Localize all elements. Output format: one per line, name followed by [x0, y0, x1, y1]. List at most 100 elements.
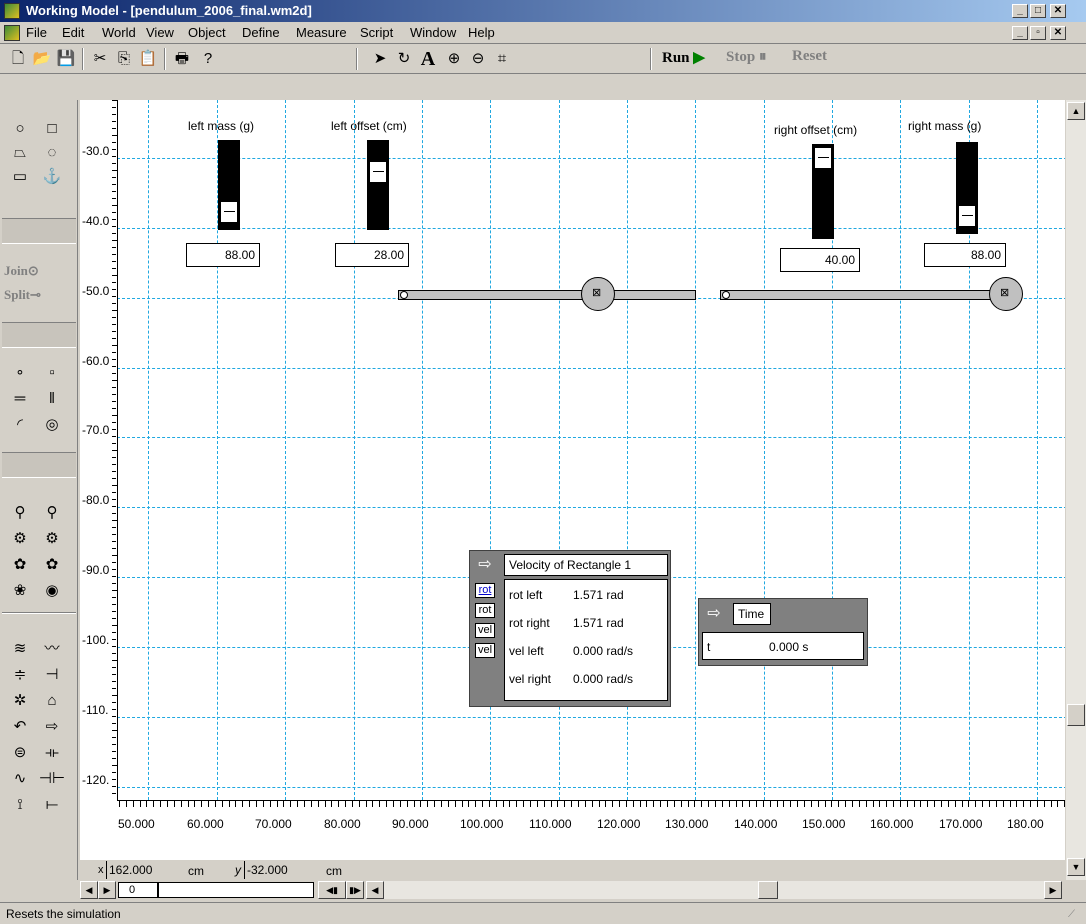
- maximize-button[interactable]: □: [1030, 4, 1046, 18]
- zoom-out-icon[interactable]: ⊖: [466, 48, 490, 70]
- rigid-joint-tool-icon[interactable]: ⚲: [36, 502, 68, 524]
- time-meter[interactable]: ⇨ Time t 0.000 s: [698, 598, 868, 666]
- zoom-in-icon[interactable]: ⊕: [442, 48, 466, 70]
- menu-world[interactable]: World: [102, 25, 136, 40]
- square-tool-icon[interactable]: □: [36, 118, 68, 140]
- scroll-down-icon[interactable]: ▼: [1067, 858, 1085, 876]
- right-offset-slider-thumb[interactable]: [814, 147, 832, 169]
- right-pivot[interactable]: [722, 291, 730, 299]
- right-offset-slider[interactable]: [812, 144, 834, 239]
- menu-define[interactable]: Define: [242, 25, 280, 40]
- pointer-icon[interactable]: ➤: [368, 48, 392, 70]
- menu-edit[interactable]: Edit: [62, 25, 84, 40]
- damper-tool-icon[interactable]: ⊣: [36, 664, 68, 686]
- simulation-canvas[interactable]: -30.0 -40.0 -50.0 -60.0 -70.0 -80.0 -90.0 -100.…: [80, 100, 1065, 860]
- pulley-tool-icon[interactable]: ⌂: [36, 690, 68, 712]
- menu-window[interactable]: Window: [410, 25, 456, 40]
- paste-icon[interactable]: 📋: [136, 48, 160, 70]
- left-offset-field[interactable]: 28.00: [335, 243, 409, 267]
- vel-tag-1[interactable]: vel: [475, 623, 495, 638]
- document-icon[interactable]: [4, 25, 20, 41]
- menu-script[interactable]: Script: [360, 25, 393, 40]
- left-pendulum-rod[interactable]: [398, 290, 696, 300]
- horizontal-scroll-thumb[interactable]: [758, 881, 778, 899]
- rigid-slot-tool-icon[interactable]: ✿: [36, 554, 68, 576]
- left-mass-slider[interactable]: [218, 140, 240, 230]
- rod-tool-icon[interactable]: ⟟: [4, 794, 36, 816]
- join-button[interactable]: Join⊙: [4, 260, 74, 282]
- horizontal-scroll-track[interactable]: [384, 881, 1046, 899]
- scroll-right-icon[interactable]: ▶: [1044, 881, 1062, 899]
- right-offset-field[interactable]: 40.00: [780, 248, 860, 272]
- scroll-up-icon[interactable]: ▲: [1067, 102, 1085, 120]
- keyed-joint-tool-icon[interactable]: ⚙: [4, 528, 36, 550]
- menu-object[interactable]: Object: [188, 25, 226, 40]
- meter-arrow-icon[interactable]: ⇨: [474, 555, 496, 575]
- gear-tool-icon[interactable]: ✲: [4, 690, 36, 712]
- left-offset-slider[interactable]: [367, 140, 389, 230]
- right-pendulum-bob[interactable]: [989, 277, 1023, 311]
- menu-help[interactable]: Help: [468, 25, 495, 40]
- minimize-button[interactable]: _: [1012, 4, 1028, 18]
- rotational-spring-tool-icon[interactable]: ≑: [4, 664, 36, 686]
- right-mass-slider[interactable]: [956, 142, 978, 234]
- right-mass-field[interactable]: 88.00: [924, 243, 1006, 267]
- print-icon[interactable]: 🖶: [170, 48, 194, 70]
- copy-icon[interactable]: ⎘: [112, 48, 136, 70]
- rotate-icon[interactable]: ↻: [392, 48, 416, 70]
- new-file-icon[interactable]: 🗋: [6, 48, 30, 70]
- separator-tool-icon[interactable]: ⊣⊢: [36, 768, 68, 790]
- app-icon[interactable]: [4, 3, 20, 19]
- keyed-slot-tool-icon[interactable]: ⚙: [36, 528, 68, 550]
- curved-slot-tool-icon[interactable]: ◜: [4, 414, 36, 436]
- scroll-left-icon[interactable]: ◀: [366, 881, 384, 899]
- pin-joint-tool-icon[interactable]: ⚲: [4, 502, 36, 524]
- vertical-scroll-thumb[interactable]: [1067, 704, 1085, 726]
- reset-button[interactable]: Reset: [792, 48, 827, 72]
- vertical-scrollbar[interactable]: ▲ ▼: [1066, 100, 1086, 880]
- y-coord-field[interactable]: -32.000: [244, 861, 308, 879]
- help-icon[interactable]: ?: [196, 48, 220, 70]
- open-folder-icon[interactable]: 📂: [30, 48, 54, 70]
- closed-slot-tool-icon[interactable]: ◎: [36, 414, 68, 436]
- stop-button[interactable]: Stop ⏸: [726, 48, 766, 72]
- menu-view[interactable]: View: [146, 25, 174, 40]
- close-button[interactable]: ✕: [1050, 4, 1066, 18]
- meter-arrow-icon[interactable]: ⇨: [703, 604, 725, 624]
- left-pivot[interactable]: [400, 291, 408, 299]
- menu-measure[interactable]: Measure: [296, 25, 347, 40]
- spring-damper-tool-icon[interactable]: ≋: [4, 638, 36, 660]
- torque-tool-icon[interactable]: ↶: [4, 716, 36, 738]
- doc-minimize-button[interactable]: _: [1012, 26, 1028, 40]
- step-back-icon[interactable]: ◀▮: [318, 881, 346, 899]
- actuator-tool-icon[interactable]: ⟛: [36, 742, 68, 764]
- spring-tool-icon[interactable]: 〰: [36, 638, 68, 660]
- doc-close-button[interactable]: ✕: [1050, 26, 1066, 40]
- tape-forward-icon[interactable]: ▶: [98, 881, 116, 899]
- anchor-tool-icon[interactable]: ⚓: [36, 166, 68, 188]
- slot-line-tool-icon[interactable]: ⟝: [36, 794, 68, 816]
- frame-counter[interactable]: 0: [118, 882, 158, 898]
- rectangle-tool-icon[interactable]: ▭: [4, 166, 36, 188]
- split-button[interactable]: Split⊸: [4, 284, 74, 306]
- curved-pin-tool-icon[interactable]: ❀: [4, 580, 36, 602]
- velocity-meter[interactable]: ⇨ Velocity of Rectangle 1 rot rot vel ve…: [469, 550, 671, 707]
- tape-rewind-icon[interactable]: ◀: [80, 881, 98, 899]
- right-pendulum-rod[interactable]: [720, 290, 1020, 300]
- save-icon[interactable]: 💾: [54, 48, 78, 70]
- zoom-fit-icon[interactable]: ⌗: [490, 48, 514, 70]
- polygon-tool-icon[interactable]: ⏢: [4, 142, 36, 164]
- circle-tool-icon[interactable]: ○: [4, 118, 36, 140]
- left-offset-slider-thumb[interactable]: [369, 161, 387, 183]
- left-mass-field[interactable]: 88.00: [186, 243, 260, 267]
- rope-tool-icon[interactable]: ∿: [4, 768, 36, 790]
- left-mass-slider-thumb[interactable]: [220, 201, 238, 223]
- menu-file[interactable]: File: [26, 25, 47, 40]
- resize-grip-icon[interactable]: ⟋: [1068, 909, 1075, 920]
- pin-slot-tool-icon[interactable]: ✿: [4, 554, 36, 576]
- left-pendulum-bob[interactable]: [581, 277, 615, 311]
- cut-icon[interactable]: ✂: [88, 48, 112, 70]
- doc-restore-button[interactable]: ▫: [1030, 26, 1046, 40]
- horizontal-slot-tool-icon[interactable]: ═: [4, 388, 36, 410]
- tape-progress-bar[interactable]: [158, 882, 314, 898]
